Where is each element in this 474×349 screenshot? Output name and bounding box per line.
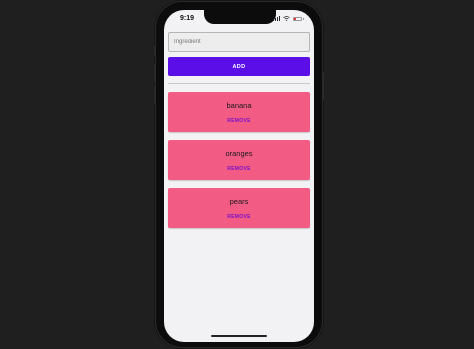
phone-frame: 9:19 ADD banana REMOVE [154, 2, 324, 347]
divider [168, 83, 310, 84]
app-screen: 9:19 ADD banana REMOVE [164, 10, 314, 342]
volume-up-button [154, 64, 156, 82]
ingredient-name: banana [226, 101, 252, 110]
add-button[interactable]: ADD [168, 57, 310, 76]
remove-button[interactable]: REMOVE [168, 118, 310, 124]
remove-button[interactable]: REMOVE [168, 166, 310, 172]
power-button [322, 72, 324, 100]
silent-switch [154, 46, 156, 56]
ingredient-card: oranges REMOVE [168, 140, 310, 180]
ingredient-list: banana REMOVE oranges REMOVE pears REMOV… [168, 92, 310, 236]
battery-icon [293, 16, 302, 21]
remove-button[interactable]: REMOVE [168, 214, 310, 220]
status-time: 9:19 [180, 15, 195, 22]
home-indicator[interactable] [211, 335, 267, 337]
signal-icon [273, 16, 280, 21]
ingredient-name: pears [229, 197, 249, 206]
status-icons [273, 16, 304, 21]
ingredient-card: banana REMOVE [168, 92, 310, 132]
battery-tip [303, 17, 304, 20]
notch [204, 10, 276, 24]
volume-down-button [154, 86, 156, 104]
wifi-icon [283, 16, 290, 21]
ingredient-input[interactable] [168, 32, 310, 52]
stage: 9:19 ADD banana REMOVE [0, 0, 474, 349]
ingredient-card: pears REMOVE [168, 188, 310, 228]
ingredient-name: oranges [225, 149, 253, 158]
